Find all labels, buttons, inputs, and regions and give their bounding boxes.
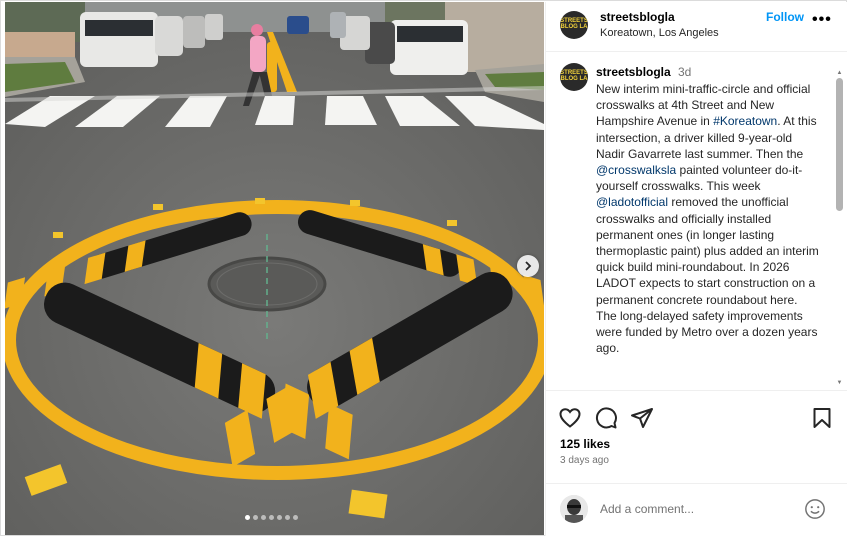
post-header: STREETS BLOG LA streetsblogla Koreatown,… <box>546 2 847 52</box>
carousel-indicator <box>245 515 298 520</box>
carousel-dot <box>285 515 290 520</box>
caption-area: STREETS BLOG LA streetsblogla 3d New int… <box>546 53 847 391</box>
instagram-post: STREETS BLOG LA streetsblogla Koreatown,… <box>0 0 847 536</box>
avatar-logo-text: STREETS BLOG LA <box>560 70 588 82</box>
post-actions <box>546 402 847 432</box>
carousel-dot <box>253 515 258 520</box>
carousel-dot <box>261 515 266 520</box>
street-photo <box>5 2 544 535</box>
viewer-avatar-image <box>560 495 588 523</box>
smiley-icon[interactable] <box>804 498 826 520</box>
carousel-dot <box>277 515 282 520</box>
profile-avatar[interactable]: STREETS BLOG LA <box>560 11 588 39</box>
post-date: 3 days ago <box>560 455 609 466</box>
speech-bubble-icon[interactable] <box>594 406 618 430</box>
caption-text: New interim mini-traffic-circle and offi… <box>596 81 820 356</box>
caption-username[interactable]: streetsblogla <box>596 65 671 79</box>
caption-link[interactable]: @ladotofficial <box>596 195 668 209</box>
caption-avatar[interactable]: STREETS BLOG LA <box>560 63 588 91</box>
caption-link[interactable]: @crosswalksla <box>596 163 676 177</box>
bookmark-icon[interactable] <box>810 406 834 430</box>
caption-timestamp: 3d <box>678 65 692 79</box>
more-options-icon[interactable]: ••• <box>812 11 832 29</box>
scroll-up-arrow-icon[interactable]: ▲ <box>836 70 843 76</box>
post-side-panel: STREETS BLOG LA streetsblogla Koreatown,… <box>545 2 847 536</box>
caption-scrollbar[interactable]: ▲ ▼ <box>836 70 843 388</box>
comment-input[interactable] <box>600 498 800 520</box>
comment-bar <box>546 483 847 536</box>
post-media[interactable] <box>5 2 544 535</box>
chevron-right-icon <box>525 261 532 271</box>
post-location[interactable]: Koreatown, Los Angeles <box>600 27 719 39</box>
likes-count[interactable]: 125 likes <box>560 437 610 451</box>
scrollbar-thumb[interactable] <box>836 78 843 211</box>
caption-link[interactable]: #Koreatown <box>713 114 777 128</box>
header-username[interactable]: streetsblogla <box>600 10 675 24</box>
carousel-next-button[interactable] <box>517 255 539 277</box>
viewer-avatar <box>560 495 588 523</box>
scroll-down-arrow-icon[interactable]: ▼ <box>836 380 843 386</box>
paper-plane-icon[interactable] <box>630 406 654 430</box>
follow-button[interactable]: Follow <box>766 10 804 24</box>
carousel-dot <box>245 515 250 520</box>
avatar-logo-text: STREETS BLOG LA <box>560 18 588 30</box>
caption-segment: removed the unofficial crosswalks and of… <box>596 195 819 356</box>
carousel-dot <box>293 515 298 520</box>
heart-icon[interactable] <box>558 406 582 430</box>
carousel-dot <box>269 515 274 520</box>
